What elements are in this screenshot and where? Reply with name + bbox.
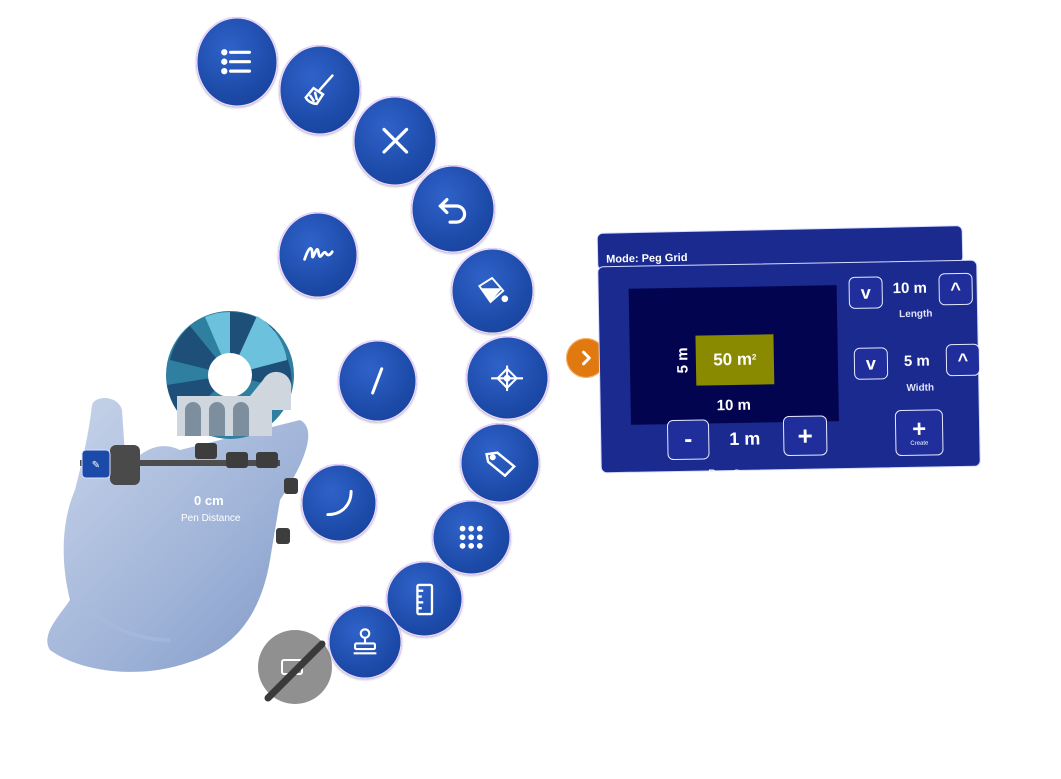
pen-distance-value: 0 cm [194, 493, 224, 508]
grid-width-label: 10 m [716, 396, 752, 415]
mode-label: Mode: Peg Grid [606, 251, 688, 266]
label-button[interactable] [460, 423, 540, 503]
peg-grid-button[interactable] [466, 336, 549, 420]
line-button[interactable] [338, 340, 417, 422]
width-value: 5 m [903, 352, 930, 370]
undo-icon [437, 197, 466, 224]
stamp-icon [353, 628, 377, 655]
keypad-icon [459, 526, 483, 549]
grid-height-label: 5 m [674, 347, 692, 374]
curve-icon [325, 489, 353, 517]
width-decrease-button[interactable]: v [853, 347, 889, 380]
create-label: Create [910, 440, 929, 447]
peg-grid-panel: 50 m2 5 m 10 m v 10 m ^ Length v 5 m ^ W… [597, 259, 981, 474]
list-icon [221, 49, 252, 75]
length-decrease-button[interactable]: v [848, 276, 883, 309]
area-unit-sup: 2 [751, 352, 757, 362]
grid-preview: 50 m2 5 m 10 m [628, 285, 839, 425]
spacing-increase-button[interactable]: + [782, 415, 828, 457]
tag-icon [484, 450, 516, 477]
ruler-icon [416, 583, 433, 615]
create-plus-icon: + [911, 415, 927, 443]
length-down-label: v [860, 282, 871, 303]
length-label: Length [899, 308, 933, 321]
spacing-minus-label: - [684, 425, 693, 453]
spacing-value: 1 m [729, 428, 761, 450]
squiggle-icon [302, 247, 334, 261]
length-value: 10 m [892, 279, 928, 298]
clear-button[interactable] [279, 45, 361, 135]
freehand-button[interactable] [278, 212, 358, 298]
area-readout: 50 m2 [695, 334, 775, 386]
spacing-plus-label: + [797, 420, 814, 451]
chevron-right-icon [582, 350, 591, 366]
create-button[interactable]: + Create [894, 409, 944, 457]
stamp-button[interactable] [328, 605, 402, 679]
paint-bucket-icon [478, 277, 509, 304]
spacing-decrease-button[interactable]: - [666, 419, 710, 461]
width-up-label: ^ [957, 349, 969, 370]
pen-distance-label: Pen Distance [181, 513, 241, 524]
list-button[interactable] [196, 17, 278, 107]
app-logo [166, 311, 294, 439]
width-increase-button[interactable]: ^ [945, 343, 981, 377]
width-down-label: v [865, 352, 877, 374]
undo-button[interactable] [411, 165, 495, 253]
line-icon [371, 367, 384, 395]
width-label: Width [906, 382, 935, 394]
length-increase-button[interactable]: ^ [938, 272, 973, 306]
close-button[interactable] [353, 96, 437, 186]
close-icon [382, 128, 408, 154]
fill-button[interactable] [451, 248, 534, 334]
length-up-label: ^ [950, 278, 962, 299]
area-value: 50 m [713, 349, 753, 370]
broom-icon [304, 74, 334, 106]
curve-button[interactable] [301, 464, 377, 542]
peg-spacing-label: Peg Spacing [708, 467, 777, 481]
peg-grid-icon [491, 365, 524, 391]
svg-text:✎: ✎ [92, 460, 100, 471]
keypad-button[interactable] [432, 500, 511, 575]
